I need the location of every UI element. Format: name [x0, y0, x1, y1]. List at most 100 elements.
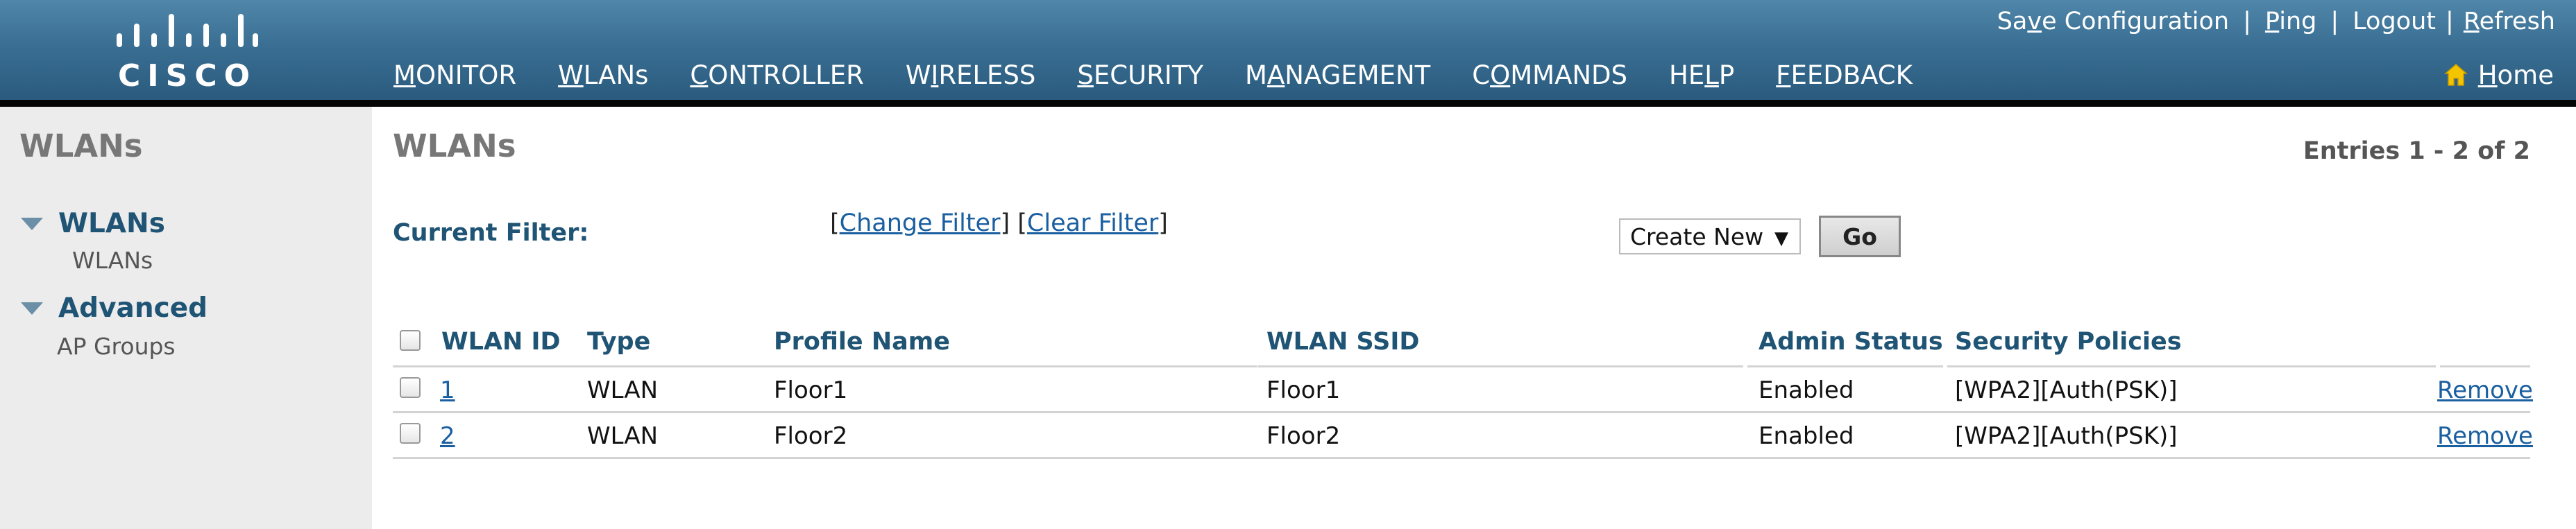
page-title: WLANs — [393, 128, 516, 164]
nav-commands-post: MMANDS — [1510, 60, 1628, 90]
bracket: ] — [1000, 209, 1010, 237]
wlan-id-link[interactable]: 2 — [440, 422, 455, 450]
column-header-wlan-ssid: WLAN SSID — [1266, 328, 1420, 356]
save-configuration-pre: Sa — [1997, 8, 2028, 35]
bracket: ] — [1158, 209, 1168, 237]
current-filter-label: Current Filter: — [393, 219, 589, 247]
create-new-select[interactable]: Create New ▼ — [1619, 218, 1801, 254]
home-link[interactable]: Home — [2443, 57, 2554, 93]
remove-link[interactable]: Remove — [2437, 422, 2533, 450]
nav-help-post: P — [1718, 60, 1735, 90]
home-key: H — [2477, 60, 2498, 90]
wlan-id-cell: 2 — [440, 422, 455, 450]
nav-wlans-post: LANs — [583, 60, 649, 90]
expanded-triangle-icon — [21, 302, 43, 315]
nav-wlans-key: W — [558, 60, 584, 90]
nav-monitor-key: M — [393, 60, 416, 90]
sidebar-group-wlans[interactable]: WLANs — [21, 208, 165, 239]
column-header-wlan-id: WLAN ID — [441, 328, 561, 356]
clear-filter-link[interactable]: Clear Filter — [1027, 209, 1158, 237]
change-filter-link[interactable]: Change Filter — [840, 209, 1001, 237]
select-all-checkbox[interactable] — [400, 330, 421, 351]
nav-wireless-key: I — [931, 60, 939, 90]
nav-commands[interactable]: COMMANDS — [1472, 58, 1627, 93]
nav-help-key: L — [1704, 60, 1719, 90]
row-checkbox[interactable] — [400, 423, 421, 444]
utility-separator: | — [2446, 8, 2454, 35]
nav-wireless-pre: W — [905, 60, 931, 90]
nav-wireless[interactable]: WIRELESS — [906, 58, 1036, 93]
wlan-ssid-cell: Floor1 — [1266, 376, 1341, 404]
sidebar: WLANs WLANs WLANs Advanced AP Groups — [0, 107, 372, 529]
ping-link[interactable]: Ping — [2265, 8, 2316, 35]
table-header-divider — [393, 365, 1257, 367]
nav-management[interactable]: MANAGEMENT — [1245, 58, 1430, 93]
sidebar-group-label: WLANs — [58, 208, 165, 239]
admin-status-cell: Enabled — [1759, 422, 1854, 450]
sidebar-group-advanced[interactable]: Advanced — [21, 293, 207, 324]
cisco-logo[interactable]: CISCO — [111, 10, 264, 94]
nav-controller[interactable]: CONTROLLER — [690, 58, 863, 93]
header-divider — [0, 100, 2576, 107]
admin-status-cell: Enabled — [1759, 376, 1854, 404]
nav-help[interactable]: HELP — [1669, 58, 1734, 93]
wlan-id-link[interactable]: 1 — [440, 376, 455, 404]
table-header-divider — [1747, 365, 1943, 367]
home-post: ome — [2497, 60, 2554, 90]
table-header-divider — [1947, 365, 2436, 367]
save-configuration-key: v — [2027, 8, 2042, 35]
bracket: [ — [830, 209, 840, 237]
type-cell: WLAN — [587, 422, 659, 450]
column-header-type: Type — [587, 328, 651, 356]
nav-management-key: A — [1266, 60, 1285, 90]
sidebar-item-ap-groups[interactable]: AP Groups — [57, 333, 176, 360]
expanded-triangle-icon — [21, 217, 43, 230]
utility-links: Save Configuration | Ping | Logout | Ref… — [1997, 4, 2555, 39]
table-header-divider — [1257, 365, 1743, 367]
nav-wlans[interactable]: WLANs — [558, 58, 648, 93]
nav-feedback[interactable]: FEEDBACK — [1776, 58, 1913, 93]
refresh-key: R — [2463, 8, 2480, 35]
nav-wireless-post: RELESS — [938, 60, 1036, 90]
refresh-link[interactable]: Refresh — [2464, 8, 2555, 35]
save-configuration-link[interactable]: Save Configuration — [1997, 8, 2229, 35]
utility-separator: | — [2243, 8, 2251, 35]
nav-controller-post: ONTROLLER — [708, 60, 864, 90]
profile-name-cell: Floor1 — [774, 376, 848, 404]
nav-monitor-post: ONITOR — [415, 60, 517, 90]
ping-post: ing — [2279, 8, 2317, 35]
row-divider — [393, 457, 2530, 459]
type-cell: WLAN — [587, 376, 659, 404]
dropdown-caret-icon: ▼ — [1774, 228, 1788, 249]
security-policies-cell: [WPA2][Auth(PSK)] — [1955, 422, 2178, 450]
ping-key: P — [2264, 8, 2280, 35]
go-button[interactable]: Go — [1819, 216, 1901, 257]
main-nav: MONITOR WLANs CONTROLLER WIRELESS SECURI… — [393, 58, 1954, 93]
row-divider — [393, 411, 2530, 413]
create-new-select-value: Create New — [1630, 223, 1764, 250]
nav-help-pre: HE — [1669, 60, 1705, 90]
nav-security[interactable]: SECURITY — [1077, 58, 1203, 93]
logout-link[interactable]: Logout — [2353, 8, 2436, 35]
nav-controller-key: C — [690, 60, 709, 90]
column-header-security-policies: Security Policies — [1955, 328, 2182, 356]
sidebar-item-wlans[interactable]: WLANs — [72, 247, 153, 274]
remove-cell: Remove — [2437, 422, 2533, 450]
nav-management-post: NAGEMENT — [1285, 60, 1431, 90]
refresh-post: efresh — [2479, 8, 2555, 35]
entries-count: Entries 1 - 2 of 2 — [2303, 137, 2530, 165]
row-checkbox[interactable] — [400, 377, 421, 398]
remove-link[interactable]: Remove — [2437, 376, 2533, 404]
nav-security-post: ECURITY — [1093, 60, 1204, 90]
nav-feedback-post: EEDBACK — [1790, 60, 1913, 90]
nav-monitor[interactable]: MONITOR — [393, 58, 516, 93]
nav-commands-pre: C — [1472, 60, 1491, 90]
wlan-ssid-cell: Floor2 — [1266, 422, 1341, 450]
wlan-id-cell: 1 — [440, 376, 455, 404]
cisco-bridge-icon — [117, 14, 258, 47]
top-header: CISCO MONITOR WLANs CONTROLLER WIRELESS … — [0, 0, 2576, 100]
column-header-profile-name: Profile Name — [774, 328, 950, 356]
nav-feedback-key: F — [1776, 60, 1791, 90]
bracket: [ — [1017, 209, 1027, 237]
nav-security-key: S — [1077, 60, 1094, 90]
